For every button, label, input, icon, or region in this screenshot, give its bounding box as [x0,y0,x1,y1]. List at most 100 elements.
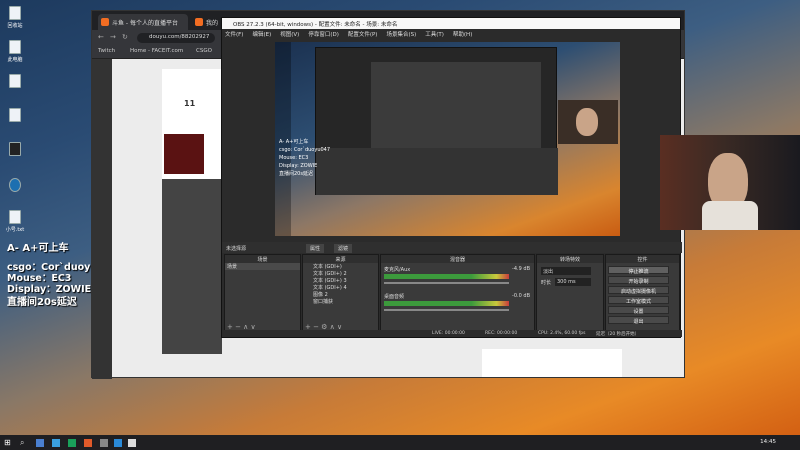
desktop-icon-app[interactable] [4,142,26,158]
mic-meter [384,274,509,279]
webcam-overlay [660,135,800,230]
forward-icon[interactable]: → [110,33,116,41]
gift-panel [482,349,622,377]
file-icon [9,74,21,88]
menu-tools[interactable]: 工具(T) [425,32,444,38]
desktop-icon-this-pc[interactable]: 此电脑 [4,40,26,63]
webcam-shirt [702,201,758,230]
source-item[interactable]: 文本 (GDI+) 2 [303,270,378,277]
desktop-icon-file[interactable] [4,108,26,124]
scenes-dock: 场景 场景 + − ∧ ∨ [224,254,301,334]
source-item[interactable]: 文本 (GDI+) 3 [303,277,378,284]
menu-file[interactable]: 文件(F) [225,32,243,38]
cpu-status: CPU: 2.4%, 60.00 fps [538,331,586,336]
controls-dock: 控件 停止推流 开始录制 启动虚拟摄像机 工作室模式 设置 退出 [605,254,680,334]
preview-overlay-text: A- A+可上车 csgo: Cor`duoyu047 Mouse: EC3 D… [279,139,331,177]
bookmark-faceit[interactable]: Home - FACEIT.com [130,48,183,54]
transition-select[interactable]: 淡出 [541,267,591,275]
recycle-bin-icon [9,6,21,20]
desktop-volume-slider[interactable] [384,309,509,311]
delay-status: 延迟（20 秒后开始） [596,332,640,337]
obs-status-bar: LIVE: 00:00:00 REC: 00:00:00 CPU: 2.4%, … [222,330,682,337]
taskbar-app-icon[interactable] [114,439,122,447]
live-status: LIVE: 00:00:00 [432,331,465,336]
mixer-header: 混音器 [381,255,534,263]
streamer-avatar [164,134,204,174]
mixer-dock: 混音器 麦克风/Aux -4.9 dB 桌面音频 -0.0 dB [380,254,535,334]
taskbar-app-icon[interactable] [52,439,60,447]
sources-header: 来源 [303,255,378,263]
desktop-icon-app[interactable] [4,178,26,194]
taskbar-app-icon[interactable] [128,439,136,447]
bookmark-twitch[interactable]: Twitch [98,48,115,54]
properties-button[interactable]: 属性 [306,244,325,253]
menu-view[interactable]: 视图(V) [280,32,299,38]
taskbar-app-icon[interactable] [84,439,92,447]
obs-title-bar: OBS 27.2.3 (64-bit, windows) - 配置文件: 未命名… [222,18,680,29]
desktop-audio-label: 桌面音频 [384,294,405,300]
filters-button[interactable]: 滤镜 [334,244,353,253]
virtual-camera-button[interactable]: 启动虚拟摄像机 [608,286,669,295]
source-item[interactable]: 窗口捕获 [303,298,378,305]
page-icon [195,18,203,26]
source-item[interactable]: 文本 (GDI+) [303,263,378,270]
menu-edit[interactable]: 编辑(E) [252,32,271,38]
taskbar-app-icon[interactable] [36,439,44,447]
transitions-dock: 转场特效 淡出 时长 300 ms [536,254,604,334]
duration-label: 时长 [541,280,552,286]
start-recording-button[interactable]: 开始录制 [608,276,669,285]
desktop-audio-db: -0.0 dB [512,293,530,299]
stop-streaming-button[interactable]: 停止推流 [608,266,669,275]
scenes-header: 场景 [225,255,300,263]
source-item[interactable]: 图像 2 [303,291,378,298]
sources-dock: 来源 文本 (GDI+) 文本 (GDI+) 2 文本 (GDI+) 3 文本 … [302,254,379,334]
desktop-icon-txt[interactable]: 小号.txt [4,210,26,233]
mic-db: -4.9 dB [512,266,530,272]
studio-mode-button[interactable]: 工作室模式 [608,296,669,305]
overlay-title: A- A+可上车 [7,243,69,254]
desktop-icon-file[interactable] [4,74,26,90]
bookmark-csgo[interactable]: CSGO [196,48,212,54]
menu-docks[interactable]: 停靠窗口(D) [308,32,339,38]
mic-label: 麦克风/Aux [384,267,411,273]
rec-status: REC: 00:00:00 [485,331,518,336]
no-source-label: 未选择源 [226,246,247,252]
overlay-delay: 直播间20s延迟 [7,297,77,308]
taskbar-app-icon[interactable] [100,439,108,447]
start-icon[interactable]: ⊞ [4,438,11,447]
desktop-meter [384,301,509,306]
mic-volume-slider[interactable] [384,282,509,284]
computer-icon [9,40,21,54]
nested-docks [316,148,558,195]
controls-header: 控件 [606,255,679,263]
url-input[interactable]: douyu.com/88202927 [137,33,215,43]
file-icon [9,108,21,122]
menu-scene-collection[interactable]: 场景集合(S) [386,32,416,38]
menu-help[interactable]: 帮助(H) [453,32,472,38]
taskbar-app-icon[interactable] [68,439,76,447]
settings-button[interactable]: 设置 [608,306,669,315]
webcam-face [576,108,598,136]
source-item[interactable]: 文本 (GDI+) 4 [303,284,378,291]
transitions-header: 转场特效 [537,255,603,263]
app-icon [9,142,21,156]
obs-window: OBS 27.2.3 (64-bit, windows) - 配置文件: 未命名… [221,17,682,338]
app-icon [9,178,21,192]
back-icon[interactable]: ← [98,33,104,41]
tab-douyu[interactable]: 斗鱼 - 每个人的直播平台 [98,14,188,30]
text-file-icon [9,210,21,224]
douyu-icon [101,18,109,26]
page-sidebar [92,59,112,379]
nested-preview [371,62,541,150]
obs-menu-bar: 文件(F) 编辑(E) 视图(V) 停靠窗口(D) 配置文件(P) 场景集合(S) 工具(T… [222,29,680,39]
video-area [162,179,222,354]
source-toolbar: 未选择源 属性 滤镜 [222,242,682,253]
exit-button[interactable]: 退出 [608,316,669,325]
menu-profile[interactable]: 配置文件(P) [348,32,378,38]
reload-icon[interactable]: ↻ [122,33,128,41]
duration-input[interactable]: 300 ms [555,278,591,286]
search-icon[interactable]: ⌕ [20,438,24,448]
desktop-icon-recycle-bin[interactable]: 回收站 [4,6,26,29]
scene-item[interactable]: 场景 [225,263,300,270]
follow-count: 11 [184,99,196,108]
